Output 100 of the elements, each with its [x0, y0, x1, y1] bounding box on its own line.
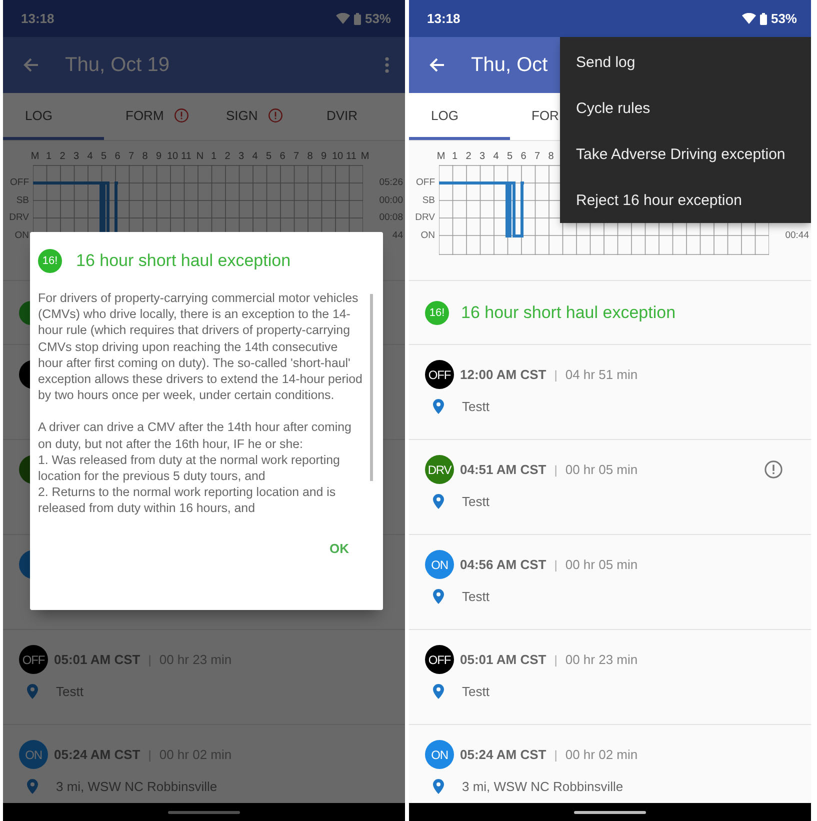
event-location: Testt: [56, 684, 84, 699]
alert-icon: [764, 460, 783, 479]
hour-label: 8: [141, 151, 149, 164]
hour-label: 6: [114, 151, 122, 164]
hour-label: 3: [72, 151, 80, 164]
hour-label: 7: [127, 151, 136, 164]
exception-badge: 16!: [38, 249, 62, 273]
home-handle[interactable]: [168, 810, 240, 814]
status-label: ON: [420, 228, 435, 243]
location-pin-icon: [433, 399, 444, 414]
hour-label: 4: [251, 151, 259, 164]
hour-label: 1: [210, 151, 218, 164]
status-label: SB: [422, 194, 435, 208]
hour-label: 7: [533, 151, 542, 164]
wifi-icon: [742, 13, 756, 24]
hour-label: M: [436, 151, 446, 164]
separator: |: [554, 652, 558, 666]
location-pin-icon: [433, 494, 444, 509]
status-badge: OFF: [425, 645, 454, 674]
event-location: Testt: [462, 494, 490, 509]
scrollbar[interactable]: [370, 294, 373, 481]
separator: |: [554, 748, 558, 762]
status-label: OFF: [10, 176, 29, 190]
separator: |: [554, 368, 558, 382]
dialog-title: 16 hour short haul exception: [76, 251, 291, 271]
menu-item[interactable]: Cycle rules: [560, 85, 811, 131]
exception-badge: 16!: [425, 300, 449, 324]
battery-percent: 53%: [364, 11, 391, 26]
hour-label: 9: [320, 151, 328, 164]
menu-item[interactable]: Send log: [560, 39, 811, 85]
event-time: 04:56 AM CST: [460, 557, 546, 572]
location-pin-icon: [27, 779, 38, 794]
hour-label: 11: [345, 151, 358, 164]
dialog-text: 2. Returns to the normal work reporting location and is released from duty within 16 hours, and: [38, 484, 337, 517]
screen-title: Thu, Oct 19: [65, 54, 170, 76]
event-duration: 00 hr 23 min: [565, 652, 639, 667]
hour-label: 10: [166, 151, 180, 164]
hour-label: 6: [278, 151, 286, 164]
status-time: 13:18: [21, 11, 54, 26]
hour-label: 6: [520, 151, 528, 164]
hour-label: 5: [100, 151, 108, 164]
hour-label: 2: [58, 151, 66, 164]
status-label: DRV: [9, 211, 29, 226]
status-label: ON: [14, 228, 29, 243]
status-badge: ON: [19, 740, 48, 769]
more-options-icon[interactable]: [385, 57, 389, 73]
event-location: Testt: [462, 399, 490, 414]
status-label: OFF: [416, 176, 435, 190]
hours-total: 00:08: [379, 211, 403, 226]
hour-label: 4: [86, 151, 94, 164]
hour-label: 5: [506, 151, 514, 164]
dialog-text: For drivers of property-carrying commercial motor vehicles (CMVs) who drive locally, there is an exception to the 14-hour rule (which requires that drivers of property-carrying CMVs stop driving upon reaching the 14th consecutive hour after first coming on duty). The so-called 'short-haul' exception allows these drivers to extend the 14-hour period by two hours once per week, under certain conditions.: [38, 290, 364, 404]
hour-label: 7: [292, 151, 300, 164]
dialog-text: 1. Was released from duty at the normal work reporting location for the previous 5 duty tours, and: [38, 452, 341, 484]
event-duration: 00 hr 02 min: [565, 747, 639, 762]
hour-label: 8: [306, 151, 314, 164]
home-handle[interactable]: [574, 810, 646, 814]
hour-label: 3: [237, 151, 246, 164]
event-location: 3 mi, WSW NC Robbinsville: [56, 779, 218, 794]
hours-total: 05:26: [379, 176, 403, 190]
status-time: 13:18: [427, 11, 460, 26]
alert-icon: [174, 108, 189, 122]
wifi-icon: [336, 13, 350, 24]
hour-label: M: [360, 151, 370, 164]
event-time: 04:51 AM CST: [460, 462, 546, 477]
back-arrow-icon[interactable]: [429, 57, 445, 73]
hour-label: 3: [478, 151, 486, 164]
hours-total: 00:44: [785, 228, 809, 243]
location-pin-icon: [433, 779, 444, 794]
hour-label: 8: [547, 151, 555, 164]
status-badge: ON: [425, 550, 454, 579]
hour-label: 5: [264, 151, 273, 164]
location-pin-icon: [433, 684, 444, 699]
hour-label: 2: [464, 151, 472, 164]
battery-icon: [760, 12, 767, 24]
menu-item[interactable]: Take Adverse Driving exception: [560, 131, 811, 177]
hour-label: 2: [224, 151, 232, 164]
menu-item[interactable]: Reject 16 hour exception: [560, 177, 811, 223]
event-time: 05:01 AM CST: [54, 652, 140, 667]
status-badge: ON: [425, 740, 454, 769]
battery-percent: 53%: [770, 11, 797, 26]
hour-label: 1: [44, 151, 53, 164]
dialog-text: A driver can drive a CMV after the 14th hour after coming on duty, but not after the 16th hour, IF he or she:: [38, 419, 352, 452]
event-location: Testt: [462, 684, 490, 699]
event-duration: 04 hr 51 min: [565, 367, 639, 382]
hour-label: N: [195, 151, 205, 164]
back-arrow-icon[interactable]: [23, 57, 39, 73]
hour-label: 11: [180, 151, 192, 164]
status-label: DRV: [415, 211, 435, 226]
battery-icon: [354, 12, 361, 24]
hour-label: M: [30, 151, 40, 164]
hour-label: 10: [330, 151, 344, 164]
location-pin-icon: [433, 589, 444, 604]
hour-label: 1: [450, 151, 459, 164]
status-badge: DRV: [425, 455, 454, 484]
alert-icon: [268, 108, 283, 122]
event-time: 05:01 AM CST: [460, 652, 546, 667]
status-badge: OFF: [19, 645, 48, 674]
event-duration: 00 hr 05 min: [565, 557, 639, 572]
screen-title: Thu, Oct: [471, 54, 548, 76]
